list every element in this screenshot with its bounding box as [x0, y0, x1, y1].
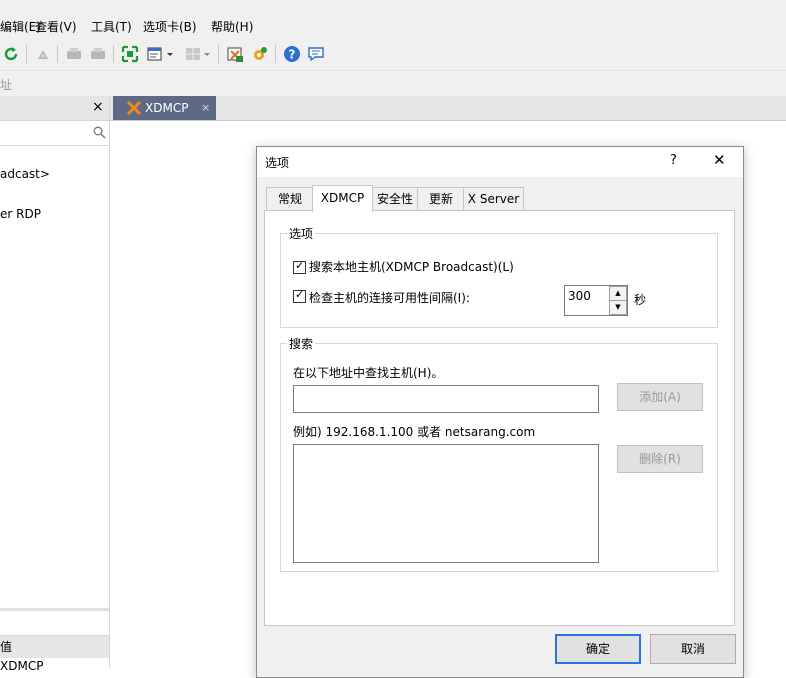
- toolbar: [0, 38, 786, 70]
- split-icon[interactable]: [184, 45, 202, 63]
- toolbar-separator: [26, 45, 27, 63]
- tab-close-icon[interactable]: ×: [201, 101, 210, 114]
- address-label: 址: [0, 78, 13, 92]
- menu-view[interactable]: 查看(V): [35, 18, 77, 35]
- address-bar: [0, 70, 786, 97]
- print-preview-icon[interactable]: [89, 45, 107, 63]
- layout-dropdown-icon[interactable]: [165, 45, 175, 63]
- example-hint: 例如) 192.168.1.100 或者 netsarang.com: [293, 425, 536, 439]
- disconnect-icon[interactable]: [34, 45, 52, 63]
- chat-icon[interactable]: [307, 45, 325, 63]
- tab-general[interactable]: 常规: [266, 187, 314, 210]
- fullscreen-icon[interactable]: [121, 45, 139, 63]
- dialog-close-button[interactable]: ✕: [713, 151, 726, 169]
- ok-button[interactable]: 确定: [555, 634, 641, 664]
- xmanager-logo-icon: [127, 101, 141, 115]
- session-manager-panel: [0, 96, 110, 668]
- refresh-icon[interactable]: [2, 45, 20, 63]
- check-interval-label: 检查主机的连接可用性间隔(I):: [309, 291, 470, 305]
- check-interval-checkbox[interactable]: ✓: [293, 288, 306, 303]
- options-group-title: 选项: [287, 225, 316, 242]
- dialog-title: 选项: [265, 156, 290, 170]
- options-group: [280, 233, 718, 328]
- session-tree-item[interactable]: er RDP: [0, 207, 41, 221]
- svg-text:?: ?: [289, 48, 296, 62]
- layout-icon[interactable]: [146, 45, 164, 63]
- properties-value: XDMCP: [0, 659, 44, 673]
- tab-x-server[interactable]: X Server: [463, 187, 524, 210]
- spin-up-icon[interactable]: ▲: [609, 286, 627, 301]
- interval-unit: 秒: [634, 293, 647, 307]
- close-panel-icon[interactable]: ×: [92, 99, 104, 115]
- session-tree-item[interactable]: adcast>: [0, 167, 50, 181]
- toolbar-separator: [57, 45, 58, 63]
- menu-tools[interactable]: 工具(T): [91, 18, 132, 35]
- xftp-icon[interactable]: [226, 45, 244, 63]
- toolbar-separator: [275, 45, 276, 63]
- search-group-title: 搜索: [287, 335, 316, 352]
- host-address-input[interactable]: [293, 385, 599, 413]
- add-button[interactable]: 添加(A): [617, 383, 703, 411]
- toolbar-separator: [218, 45, 219, 63]
- search-icon[interactable]: [93, 126, 106, 139]
- search-local-checkbox[interactable]: ✓: [293, 259, 306, 274]
- tab-xdmcp-settings[interactable]: XDMCP: [312, 185, 373, 212]
- cancel-button[interactable]: 取消: [650, 634, 736, 664]
- properties-header: [0, 635, 109, 658]
- split-dropdown-icon[interactable]: [202, 45, 212, 63]
- host-address-list[interactable]: [293, 444, 599, 563]
- title-strip: [0, 0, 786, 14]
- delete-button[interactable]: 删除(R): [617, 445, 703, 473]
- dialog-help-button[interactable]: ?: [670, 153, 677, 168]
- search-local-label: 搜索本地主机(XDMCP Broadcast)(L): [309, 260, 514, 274]
- tab-label: XDMCP: [145, 101, 189, 115]
- panel-splitter[interactable]: [0, 608, 109, 611]
- properties-value-column: 值: [0, 640, 13, 654]
- print-icon[interactable]: [65, 45, 83, 63]
- xagent-icon[interactable]: [251, 45, 269, 63]
- interval-value[interactable]: 300: [568, 289, 591, 303]
- tab-update[interactable]: 更新: [417, 187, 465, 210]
- spin-down-icon[interactable]: ▼: [609, 300, 627, 315]
- help-icon[interactable]: ?: [283, 45, 301, 63]
- toolbar-separator: [113, 45, 114, 63]
- tab-security[interactable]: 安全性: [371, 187, 419, 210]
- menu-help[interactable]: 帮助(H): [211, 18, 253, 35]
- find-hosts-label: 在以下地址中查找主机(H)。: [293, 366, 444, 380]
- menu-tab[interactable]: 选项卡(B): [143, 18, 197, 35]
